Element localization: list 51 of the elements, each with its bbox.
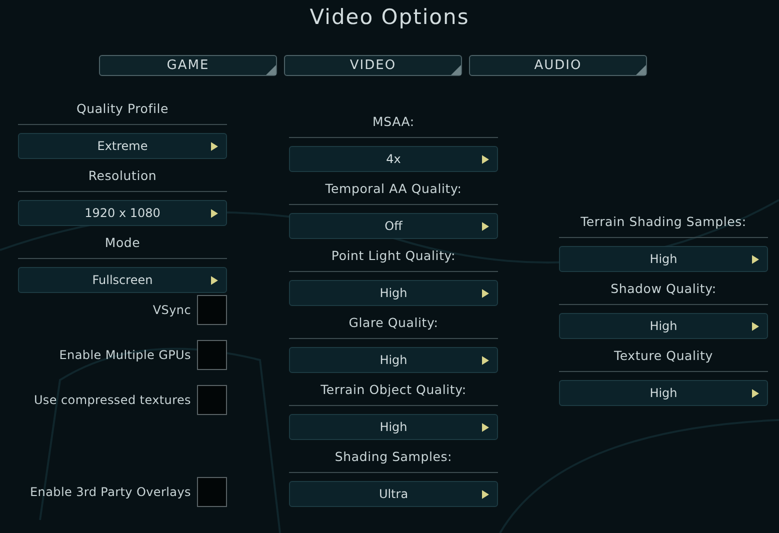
setting-label: Temporal AA Quality: (324, 180, 463, 198)
arrow-icon (482, 356, 489, 365)
checkbox-label: Enable 3rd Party Overlays (30, 485, 191, 499)
arrow-icon (211, 276, 218, 285)
tab[interactable]: GAME (99, 55, 277, 76)
option-selector[interactable]: Off (289, 213, 498, 239)
setting-label: Mode (104, 234, 142, 252)
setting-label: Resolution (87, 167, 158, 185)
checkbox-label: VSync (152, 303, 191, 317)
arrow-icon (211, 142, 218, 151)
checkbox[interactable] (197, 340, 227, 370)
option-selector[interactable]: 4x (289, 146, 498, 172)
option-selector[interactable]: High (289, 347, 498, 373)
screen-title: Video Options (308, 4, 470, 31)
arrow-icon (482, 423, 489, 432)
checkbox[interactable] (197, 385, 227, 415)
arrow-icon (482, 289, 489, 298)
tab[interactable]: VIDEO (284, 55, 462, 76)
setting-label: Shadow Quality: (610, 280, 718, 298)
option-selector[interactable]: Extreme (18, 133, 227, 159)
corner-notch-icon (636, 65, 646, 75)
arrow-icon (211, 209, 218, 218)
option-selector[interactable]: High (559, 313, 768, 339)
checkbox[interactable] (197, 295, 227, 325)
setting-label: MSAA: (372, 113, 416, 131)
corner-notch-icon (451, 65, 461, 75)
corner-notch-icon (266, 65, 276, 75)
setting-label: Texture Quality (613, 347, 714, 365)
option-selector[interactable]: Fullscreen (18, 267, 227, 293)
checkbox[interactable] (197, 477, 227, 507)
arrow-icon (752, 322, 759, 331)
option-selector[interactable]: High (289, 414, 498, 440)
setting-label: Glare Quality: (348, 314, 440, 332)
arrow-icon (482, 490, 489, 499)
checkbox-label: Use compressed textures (34, 393, 191, 407)
setting-label: Point Light Quality: (330, 247, 457, 265)
tab[interactable]: AUDIO (469, 55, 647, 76)
arrow-icon (482, 222, 489, 231)
arrow-icon (752, 389, 759, 398)
checkbox-label: Enable Multiple GPUs (59, 348, 191, 362)
setting-label: Shading Samples: (334, 448, 454, 466)
option-selector[interactable]: Ultra (289, 481, 498, 507)
option-selector[interactable]: High (289, 280, 498, 306)
option-selector[interactable]: 1920 x 1080 (18, 200, 227, 226)
option-selector[interactable]: High (559, 380, 768, 406)
arrow-icon (752, 255, 759, 264)
arrow-icon (482, 155, 489, 164)
setting-label: Terrain Shading Samples: (580, 213, 748, 231)
setting-label: Quality Profile (75, 100, 170, 118)
setting-label: Terrain Object Quality: (320, 381, 468, 399)
option-selector[interactable]: High (559, 246, 768, 272)
